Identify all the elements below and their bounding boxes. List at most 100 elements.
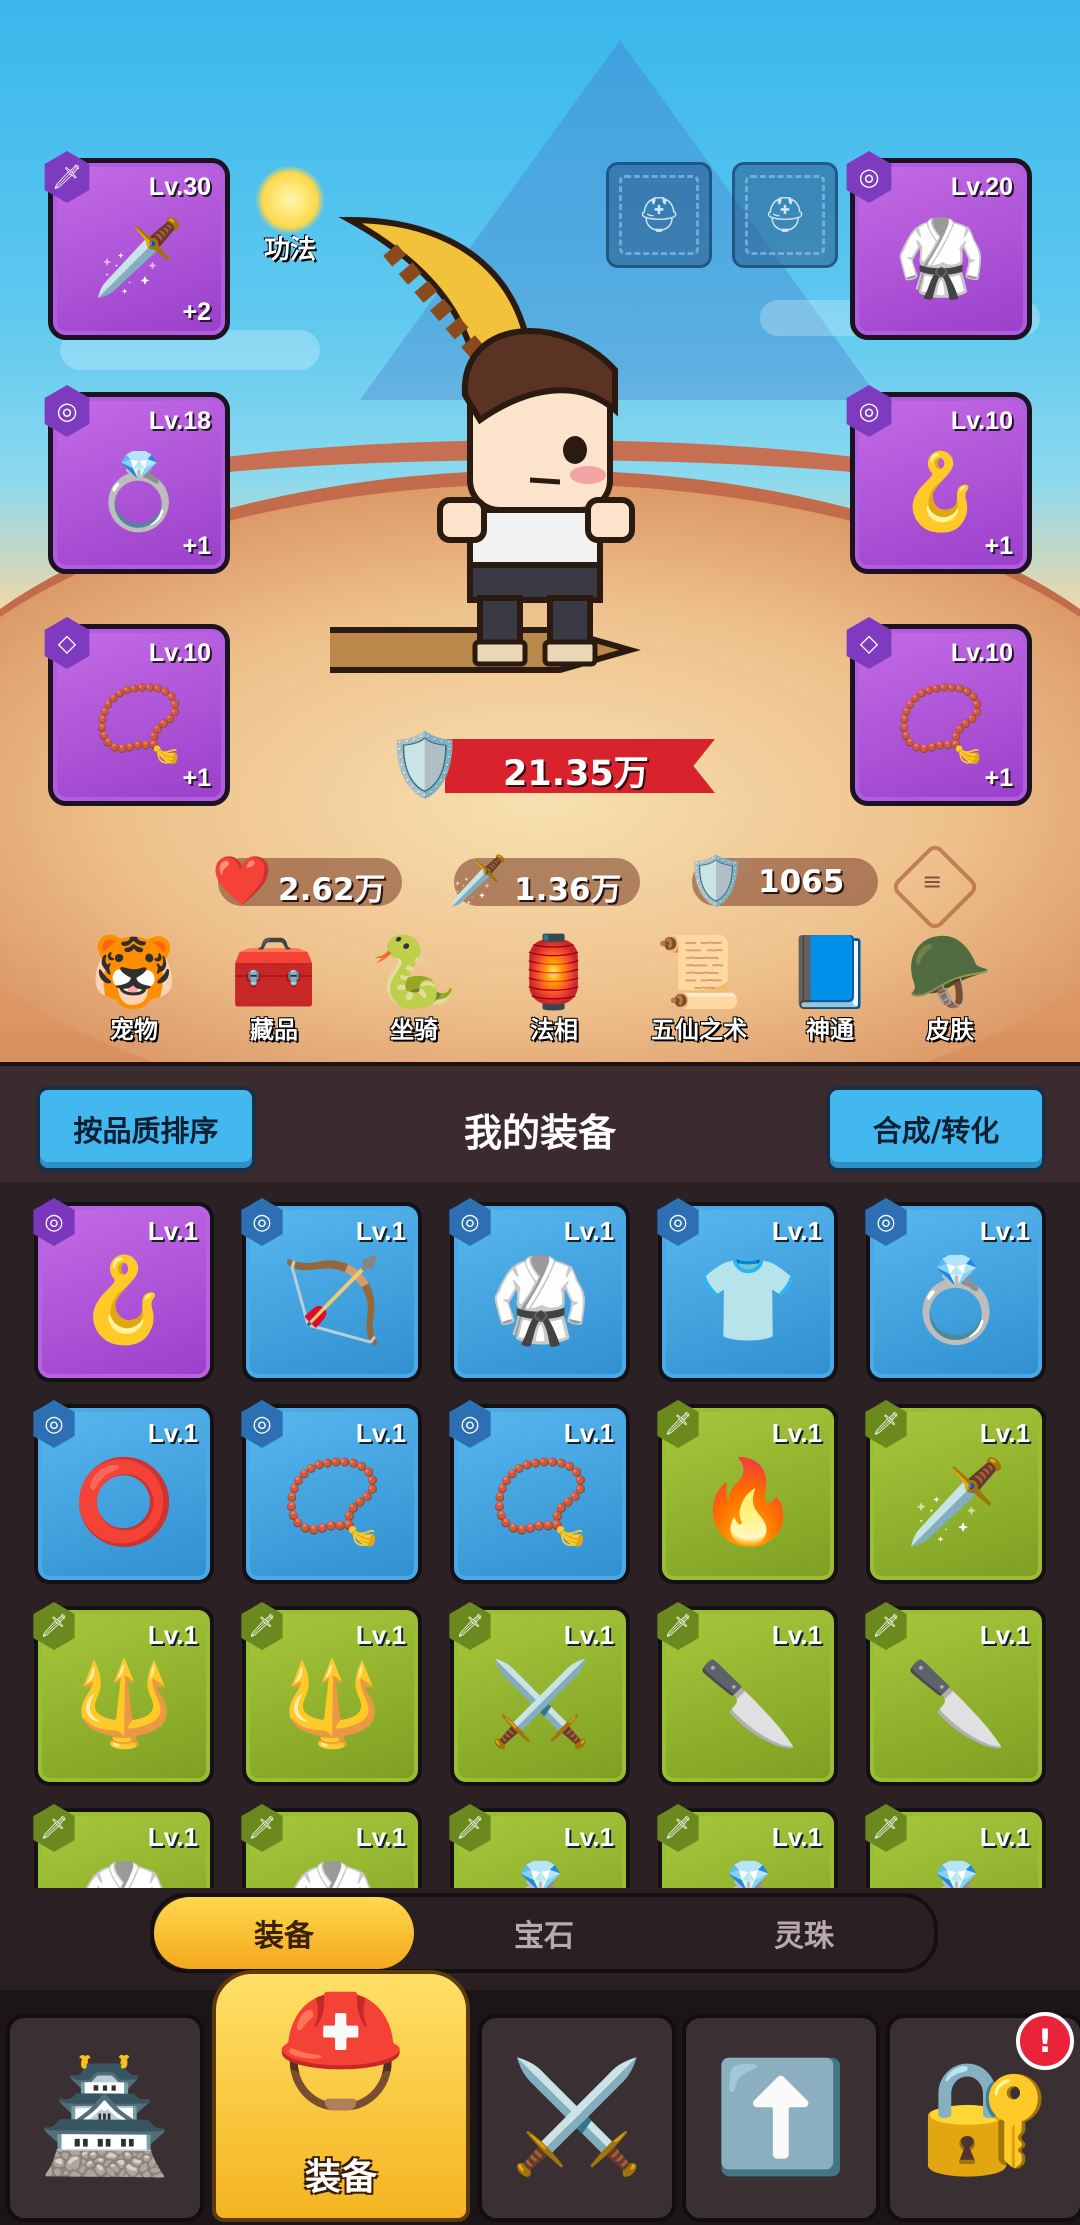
armor-icon: 🥋: [894, 214, 988, 301]
ring-badge-icon: ◎: [44, 385, 90, 437]
menu-five-immortals[interactable]: 📜 五仙之术: [634, 930, 764, 1045]
stat-attack: 🗡️ 1.36万: [448, 853, 640, 909]
nav-upgrade[interactable]: ⬆️: [682, 2014, 880, 2222]
tab-gems[interactable]: 宝石: [414, 1897, 674, 1969]
slot-level: Lv.10: [950, 639, 1013, 667]
item-level: Lv.1: [147, 1822, 198, 1852]
inventory-item[interactable]: 🗡 🔪 Lv.1: [657, 1602, 838, 1786]
item-type-badge-icon: ◎: [449, 1198, 491, 1246]
craft-convert-button[interactable]: 合成/转化: [826, 1086, 1046, 1172]
stat-defense: 🛡️ 1065: [686, 853, 878, 909]
stat-hp: ❤️ 2.62万: [212, 853, 402, 909]
gongfa-button[interactable]: 功法: [240, 165, 340, 266]
menu-pet[interactable]: 🐯 宠物: [74, 930, 194, 1045]
item-type-badge-icon: 🗡: [865, 1400, 907, 1448]
notification-badge: !: [1016, 2012, 1074, 2070]
inventory-tabs: 装备 宝石 灵珠: [150, 1893, 938, 1973]
nav-battle[interactable]: ⚔️: [478, 2014, 676, 2222]
item-icon: 💍: [697, 1865, 799, 1888]
sword-icon: 🗡️: [92, 214, 186, 301]
item-level: Lv.1: [563, 1216, 614, 1246]
inventory-item[interactable]: 🗡 ⚔️ Lv.1: [449, 1602, 630, 1786]
bracelet-icon: 🪝: [894, 448, 988, 535]
inventory-item[interactable]: 🗡 🗡️ Lv.1: [865, 1400, 1046, 1584]
menu-collection[interactable]: 🧰 藏品: [214, 930, 334, 1045]
item-icon: 👕: [696, 1252, 800, 1348]
ring-icon: 💍: [92, 448, 186, 535]
item-icon: 🪝: [72, 1252, 176, 1348]
inventory-header: 按品质排序 我的装备 合成/转化: [0, 1062, 1080, 1186]
inventory-item[interactable]: 🗡 💍 Lv.1: [865, 1804, 1046, 1888]
equip-slot-bracelet[interactable]: ◎ 🪝 Lv.10 +1: [846, 385, 1032, 574]
nav-shop[interactable]: 🏯: [6, 2014, 204, 2222]
sword-icon: 🗡️: [448, 853, 508, 909]
slot-level: Lv.10: [148, 639, 211, 667]
slot-level: Lv.30: [148, 173, 211, 201]
menu-divine-power[interactable]: 📘 神通: [770, 930, 890, 1045]
equip-slot-pendant[interactable]: ◇ 📿 Lv.10 +1: [846, 617, 1032, 806]
inventory-item[interactable]: ◎ 📿 Lv.1: [449, 1400, 630, 1584]
scroll-icon: 📜: [655, 931, 743, 1013]
item-type-badge-icon: 🗡: [241, 1602, 283, 1650]
inventory-item[interactable]: ◎ 🥋 Lv.1: [449, 1198, 630, 1382]
inventory-item[interactable]: ◎ 💍 Lv.1: [865, 1198, 1046, 1382]
item-type-badge-icon: 🗡: [657, 1400, 699, 1448]
item-level: Lv.1: [771, 1620, 822, 1650]
nav-chest[interactable]: 🔐 !: [886, 2012, 1080, 2222]
equip-slot-ring[interactable]: ◎ 💍 Lv.18 +1: [44, 385, 230, 574]
item-type-badge-icon: ◎: [241, 1400, 283, 1448]
menu-label: 坐骑: [390, 1016, 438, 1044]
equip-slot-armor[interactable]: ◎ 🥋 Lv.20: [846, 151, 1032, 340]
equip-slot-necklace[interactable]: ◇ 📿 Lv.10 +1: [44, 617, 230, 806]
locked-chest-icon: 🔐: [917, 2055, 1053, 2180]
item-level: Lv.1: [355, 1822, 406, 1852]
inventory-item[interactable]: ◎ 🪝 Lv.1: [33, 1198, 214, 1382]
inventory-item[interactable]: ◎ 📿 Lv.1: [241, 1400, 422, 1584]
item-level: Lv.1: [355, 1216, 406, 1246]
equip-slot-weapon[interactable]: 🗡 🗡️ Lv.30 +2: [44, 151, 230, 340]
menu-dharma[interactable]: 🏮 法相: [494, 930, 614, 1045]
inventory-item[interactable]: 🗡 🥋 Lv.1: [241, 1804, 422, 1888]
slot-level: Lv.18: [148, 407, 211, 435]
inventory-item[interactable]: 🗡 🔥 Lv.1: [657, 1400, 838, 1584]
inventory-item[interactable]: ◎ 👕 Lv.1: [657, 1198, 838, 1382]
item-icon: 💍: [489, 1865, 591, 1888]
inventory-item[interactable]: 🗡 🔪 Lv.1: [865, 1602, 1046, 1786]
inventory-item[interactable]: ◎ ⭕ Lv.1: [33, 1400, 214, 1584]
item-level: Lv.1: [771, 1822, 822, 1852]
item-type-badge-icon: ◎: [449, 1400, 491, 1448]
item-type-badge-icon: ◎: [657, 1198, 699, 1246]
pendant-icon: 📿: [894, 680, 988, 767]
inventory-item[interactable]: 🗡 💍 Lv.1: [449, 1804, 630, 1888]
inventory-item[interactable]: 🗡 🔱 Lv.1: [33, 1602, 214, 1786]
hero-character: [330, 216, 641, 673]
pet-icon: 🐯: [90, 931, 178, 1013]
inventory-item[interactable]: 🗡 🥋 Lv.1: [33, 1804, 214, 1888]
helmet-icon: 🪖: [906, 931, 994, 1013]
menu-label: 皮肤: [926, 1016, 974, 1044]
tab-equipment[interactable]: 装备: [154, 1897, 414, 1969]
nav-equipment[interactable]: ⛑️ 装备: [212, 1970, 470, 2222]
tab-spirit-orbs[interactable]: 灵珠: [674, 1897, 934, 1969]
menu-skin[interactable]: 🪖 皮肤: [890, 930, 1010, 1045]
crossed-swords-icon: ⚔️: [509, 2055, 645, 2180]
item-level: Lv.1: [771, 1216, 822, 1246]
treasure-icon: 🧰: [230, 931, 318, 1013]
menu-mount[interactable]: 🐍 坐骑: [354, 930, 474, 1045]
item-icon: 🔱: [280, 1656, 384, 1752]
inventory-item[interactable]: 🗡 🔱 Lv.1: [241, 1602, 422, 1786]
item-level: Lv.1: [355, 1620, 406, 1650]
item-type-badge-icon: 🗡: [449, 1804, 491, 1852]
item-level: Lv.1: [563, 1620, 614, 1650]
nav-label: 装备: [304, 2157, 377, 2198]
inventory-item[interactable]: ◎ 🏹 Lv.1: [241, 1198, 422, 1382]
inventory-item[interactable]: 🗡 💍 Lv.1: [657, 1804, 838, 1888]
item-type-badge-icon: ◎: [241, 1198, 283, 1246]
sort-by-quality-button[interactable]: 按品质排序: [36, 1086, 256, 1172]
item-type-badge-icon: 🗡: [449, 1602, 491, 1650]
stat-attack-value: 1.36万: [514, 872, 622, 908]
character-scene: 🗡 🗡️ Lv.30 +2 ◎ 💍 Lv.18 +1 ◇ 📿 Lv.10 +1 …: [0, 0, 1080, 1062]
item-type-badge-icon: 🗡: [657, 1602, 699, 1650]
item-level: Lv.1: [979, 1620, 1030, 1650]
inventory-grid: ◎ 🪝 Lv.1 ◎ 🏹 Lv.1 ◎ 🥋 Lv.1 ◎ 👕 Lv.1 ◎ 💍 Lv.1 ◎ ⭕ Lv.1 ◎ 📿 Lv…: [0, 1182, 1080, 1888]
